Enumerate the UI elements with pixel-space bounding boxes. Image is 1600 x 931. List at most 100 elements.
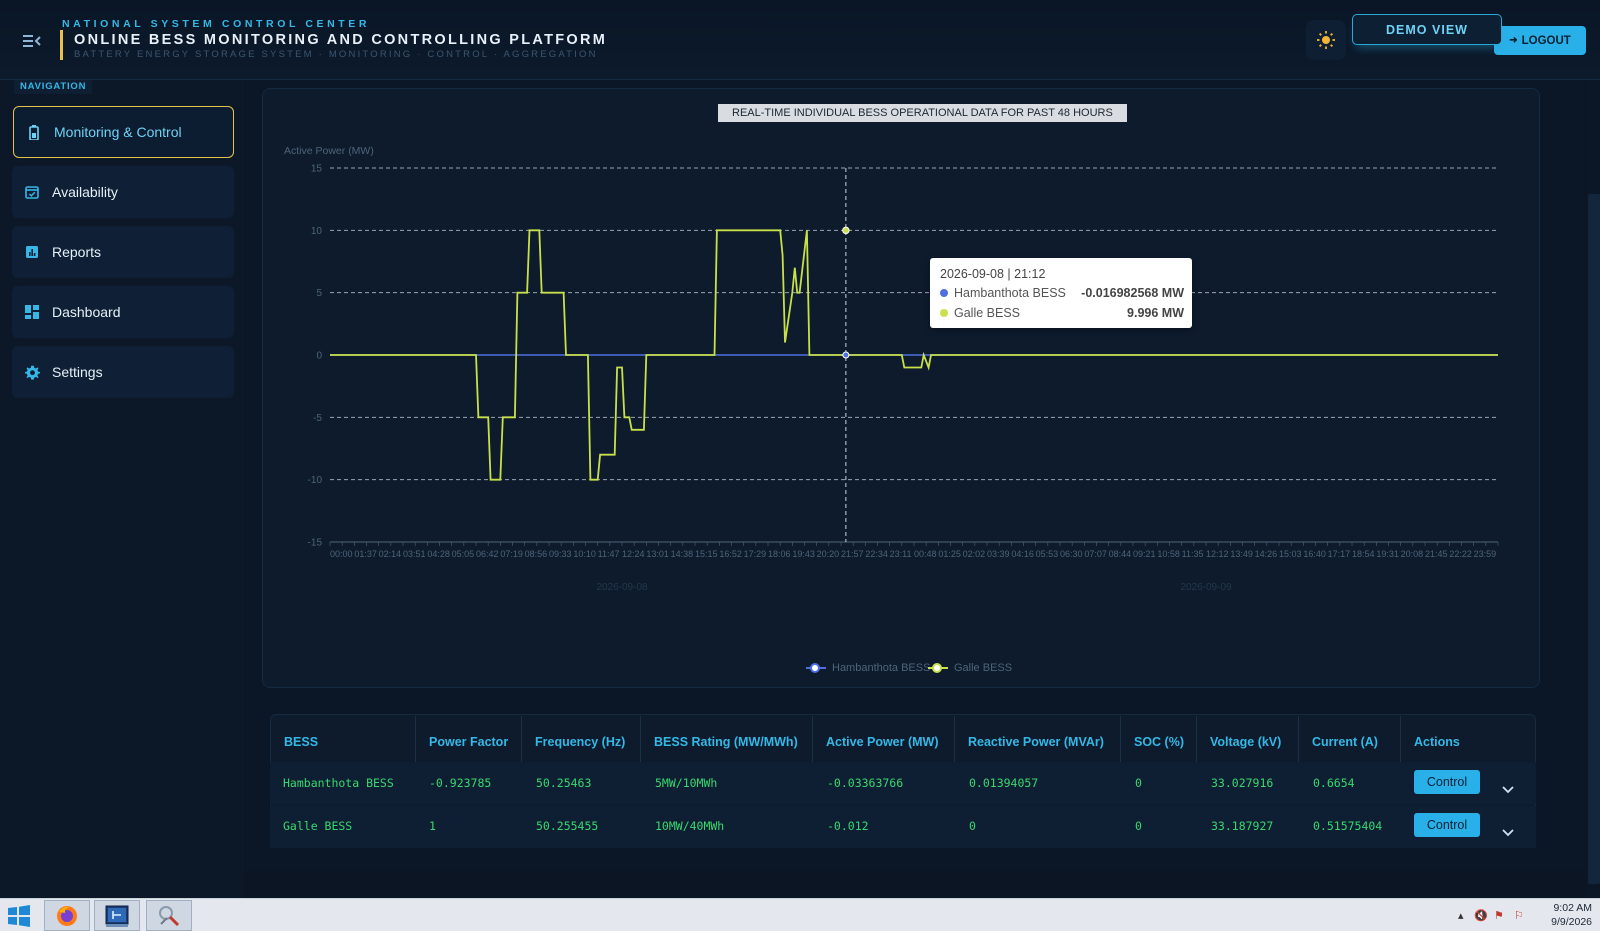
x-tick-label: 11:47 [598, 549, 620, 559]
x-tick-label: 16:52 [719, 549, 742, 559]
x-tick-label: 16:40 [1303, 549, 1326, 559]
y-tick-label: -15 [308, 538, 323, 549]
taskbar-clock[interactable]: 9:02 AM 9/9/2026 [1532, 901, 1592, 929]
x-tick-label: 00:48 [914, 549, 937, 559]
x-tick-label: 21:45 [1425, 549, 1448, 559]
column-header-reactive-power: Reactive Power (MVAr) [968, 735, 1104, 749]
x-tick-label: 21:57 [841, 549, 864, 559]
cell-bess-name: Galle BESS [283, 819, 353, 833]
x-tick-label: 09:21 [1133, 549, 1156, 559]
cell-active-power: -0.03363766 [827, 776, 904, 790]
terminal-app-icon[interactable] [94, 900, 140, 931]
x-tick-label: 14:38 [671, 549, 694, 559]
tray-volume-icon[interactable]: 🔇 [1474, 909, 1488, 922]
tooltip-row-galle: Galle BESS 9.996 MW [940, 306, 1184, 320]
cell-current: 0.51575404 [1313, 819, 1383, 833]
clock-date: 9/9/2026 [1551, 916, 1592, 928]
cell-rating: 5MW/10MWh [655, 776, 718, 790]
tray-flag-icon[interactable]: ⚐ [1514, 909, 1524, 922]
cell-power-factor: 1 [429, 819, 436, 833]
column-header-bess: BESS [284, 735, 319, 749]
cell-soc: 0 [1135, 819, 1142, 833]
x-tick-label: 22:22 [1449, 549, 1472, 559]
y-tick-label: 5 [316, 288, 322, 299]
x-tick-label: 20:20 [817, 549, 840, 559]
x-tick-label: 04:16 [1011, 549, 1034, 559]
x-tick-label: 05:53 [1036, 549, 1059, 559]
y-tick-label: -5 [313, 413, 322, 424]
x-tick-label: 13:49 [1230, 549, 1253, 559]
chevron-down-icon [1502, 829, 1514, 837]
tooltip-row-hambanthota: Hambanthota BESS -0.016982568 MW [940, 286, 1184, 300]
legend-label: Hambanthota BESS [832, 662, 931, 674]
x-tick-label: 19:43 [792, 549, 815, 559]
row-expand-button[interactable] [1500, 825, 1516, 841]
scrollbar-thumb[interactable] [1588, 194, 1600, 884]
cell-voltage: 33.027916 [1211, 776, 1274, 790]
clock-time: 9:02 AM [1553, 902, 1592, 914]
column-header-current: Current (A) [1312, 735, 1378, 749]
x-tick-label: 18:54 [1352, 549, 1375, 559]
column-header-rating: BESS Rating (MW/MWh) [654, 735, 798, 749]
tooltip-series-name: Galle BESS [954, 306, 1021, 320]
y-axis-label: Active Power (MW) [284, 145, 374, 157]
legend-item-galle[interactable]: Galle BESS [928, 662, 1012, 674]
tools-app-icon[interactable] [146, 900, 192, 931]
tray-expand-icon[interactable]: ▴ [1458, 909, 1464, 922]
chart-tooltip: 2026-09-08 | 21:12 Hambanthota BESS -0.0… [930, 258, 1192, 328]
x-tick-label: 09:33 [549, 549, 572, 559]
x-tick-label: 08:56 [525, 549, 548, 559]
windows-start-icon[interactable] [6, 905, 34, 927]
cell-reactive-power: 0 [969, 819, 976, 833]
tooltip-series-name: Hambanthota BESS [954, 286, 1066, 300]
x-tick-label: 08:44 [1109, 549, 1132, 559]
x-tick-label: 13:01 [646, 549, 669, 559]
cell-reactive-power: 0.01394057 [969, 776, 1039, 790]
firefox-icon[interactable] [44, 900, 90, 931]
series-dot-icon [940, 309, 948, 317]
x-tick-label: 18:06 [768, 549, 791, 559]
legend-line-icon [806, 663, 826, 673]
x-tick-label: 19:31 [1376, 549, 1399, 559]
tray-network-icon[interactable]: ⚑ [1494, 909, 1504, 922]
taskbar: ▴ 🔇 ⚑ ⚐ [0, 898, 1600, 931]
date-axis-label: 2026-09-09 [1180, 582, 1232, 593]
x-tick-label: 17:29 [744, 549, 767, 559]
column-header-actions: Actions [1414, 735, 1460, 749]
x-tick-label: 06:30 [1060, 549, 1083, 559]
column-header-voltage: Voltage (kV) [1210, 735, 1282, 749]
x-tick-label: 01:25 [938, 549, 961, 559]
x-tick-label: 07:07 [1084, 549, 1107, 559]
cell-active-power: -0.012 [827, 819, 869, 833]
tooltip-time: 2026-09-08 | 21:12 [940, 267, 1046, 281]
y-tick-label: 15 [311, 164, 323, 175]
series-dot-icon [940, 289, 948, 297]
x-tick-label: 23:11 [890, 549, 912, 559]
x-tick-label: 22:34 [865, 549, 888, 559]
x-tick-label: 10:10 [573, 549, 596, 559]
x-tick-label: 11:35 [1182, 549, 1204, 559]
x-tick-label: 05:05 [452, 549, 475, 559]
y-tick-label: 10 [311, 226, 323, 237]
cell-frequency: 50.25463 [536, 776, 592, 790]
control-button[interactable]: Control [1414, 813, 1480, 837]
cell-bess-name: Hambanthota BESS [283, 776, 394, 790]
tooltip-series-value: -0.016982568 MW [1081, 286, 1184, 300]
x-tick-label: 02:14 [379, 549, 402, 559]
crosshair-point-galle [842, 226, 850, 235]
cell-rating: 10MW/40MWh [655, 819, 725, 833]
cell-frequency: 50.255455 [536, 819, 599, 833]
legend-item-hambanthota[interactable]: Hambanthota BESS [806, 662, 930, 674]
date-axis-label: 2026-09-08 [596, 582, 648, 593]
y-tick-label: 0 [316, 351, 322, 362]
x-tick-label: 20:08 [1401, 549, 1424, 559]
column-header-frequency: Frequency (Hz) [535, 735, 626, 749]
control-button[interactable]: Control [1414, 770, 1480, 794]
row-expand-button[interactable] [1500, 782, 1516, 798]
tooltip-series-value: 9.996 MW [1127, 306, 1184, 320]
x-tick-label: 01:37 [354, 549, 377, 559]
x-tick-label: 12:24 [622, 549, 645, 559]
x-tick-label: 12:12 [1206, 549, 1229, 559]
column-header-soc: SOC (%) [1134, 735, 1184, 749]
x-tick-label: 02:02 [963, 549, 986, 559]
